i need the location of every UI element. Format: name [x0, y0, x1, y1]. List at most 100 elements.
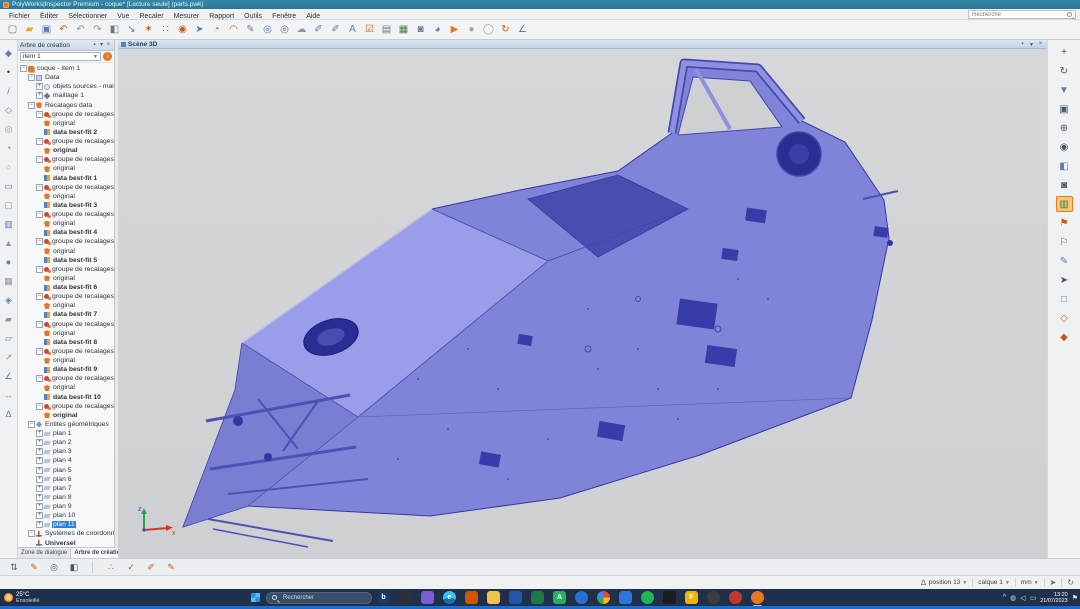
tree-item[interactable]: +objets sources - maillage 1	[18, 82, 114, 91]
tree-item[interactable]: −groupe de recalages 9	[18, 320, 114, 329]
record-icon[interactable]: ◯	[480, 22, 497, 38]
tree-expander-icon[interactable]: +	[36, 485, 43, 492]
layer-selector[interactable]: calque 1▼	[978, 579, 1010, 586]
grid-points-icon[interactable]: ∷	[157, 22, 174, 38]
tree-item[interactable]: +maillage 1	[18, 91, 114, 100]
tree-expander-icon[interactable]: −	[36, 111, 43, 118]
snap-icon[interactable]: ➤	[1050, 578, 1057, 587]
play-macro-icon[interactable]: ▶	[446, 22, 463, 38]
taskbar-app-bing-icon[interactable]: b	[377, 591, 390, 604]
tree-expander-icon[interactable]: −	[28, 421, 35, 428]
tree-expander-icon[interactable]: −	[36, 266, 43, 273]
tree-expander-icon[interactable]: −	[20, 65, 27, 72]
zoom-region-icon[interactable]: ▣	[1056, 101, 1073, 117]
tree-expander-icon[interactable]: −	[28, 530, 35, 537]
tree-item[interactable]: +plan 2	[18, 438, 114, 447]
tree-item[interactable]: −Recalages data	[18, 101, 114, 110]
distance-icon[interactable]: ↔	[2, 388, 16, 402]
taskbar-app-autodesk-icon[interactable]: A	[553, 591, 566, 604]
probe-icon[interactable]: ✐	[310, 22, 327, 38]
close-icon[interactable]: ×	[105, 40, 112, 51]
sphere-icon[interactable]: ●	[2, 255, 16, 269]
tree-item[interactable]: −groupe de recalages 7	[18, 265, 114, 274]
tree-item[interactable]: +plan 9	[18, 502, 114, 511]
select-volume-icon[interactable]: ◆	[1056, 329, 1073, 345]
tree-expander-icon[interactable]: +	[36, 457, 43, 464]
tree-item[interactable]: −groupe de recalages 3	[18, 155, 114, 164]
taskbar-app-edge-icon[interactable]: e	[443, 591, 456, 604]
pan-icon[interactable]: +	[1056, 44, 1073, 60]
item-selector[interactable]: item 1 ▼	[20, 52, 101, 61]
menu-item-fichier[interactable]: Fichier	[4, 13, 35, 20]
tree-item[interactable]: data best-fit 5	[18, 256, 114, 265]
snapshot-icon[interactable]: ◙	[1056, 177, 1073, 193]
taskbar-app-chrome-icon[interactable]	[597, 591, 610, 604]
align-points-icon[interactable]: ✶	[140, 22, 157, 38]
taskbar-app-polyworks-icon[interactable]	[751, 591, 764, 604]
taskbar-app-obsidian-icon[interactable]	[663, 591, 676, 604]
tree-item[interactable]: data best-fit 6	[18, 283, 114, 292]
edit-points-icon[interactable]: ✐	[143, 560, 159, 574]
tree-item[interactable]: −groupe de recalages 11	[18, 374, 114, 383]
tree-expander-icon[interactable]: −	[36, 156, 43, 163]
pause-icon[interactable]: ●	[463, 22, 480, 38]
point-icon[interactable]: •	[2, 65, 16, 79]
select-zoom-icon[interactable]: ◎	[259, 22, 276, 38]
taskbar-app-file-explorer-icon[interactable]	[487, 591, 500, 604]
battery-icon[interactable]: ▭	[1030, 594, 1037, 602]
tree-item[interactable]: original	[18, 274, 114, 283]
tree-item[interactable]: data best-fit 8	[18, 338, 114, 347]
tree-item[interactable]: data best-fit 1	[18, 174, 114, 183]
tree-expander-icon[interactable]: −	[36, 293, 43, 300]
pin-icon[interactable]: ▪	[91, 40, 98, 51]
table-icon[interactable]: ▦	[395, 22, 412, 38]
best-fit-icon[interactable]: ◉	[174, 22, 191, 38]
app-search-input[interactable]	[969, 12, 1067, 18]
tree-item[interactable]: data best-fit 10	[18, 393, 114, 402]
tree-item[interactable]: +plan 10	[18, 511, 114, 520]
colormap-icon[interactable]: ▥	[1056, 196, 1073, 212]
cube-view-icon[interactable]: ◧	[1056, 158, 1073, 174]
tree-item[interactable]: data best-fit 9	[18, 365, 114, 374]
camera-icon[interactable]: ◙	[412, 22, 429, 38]
tree-item[interactable]: −groupe de recalages 4	[18, 183, 114, 192]
eye-icon[interactable]: ◉	[1056, 139, 1073, 155]
tree-item[interactable]: original	[18, 247, 114, 256]
ellipse-icon[interactable]: ○	[2, 160, 16, 174]
tree-item[interactable]: −groupe de recalages 8	[18, 292, 114, 301]
new-file-icon[interactable]: ▢	[4, 22, 21, 38]
taskbar-app-app-red-icon[interactable]	[729, 591, 742, 604]
tree-item[interactable]: +plan 6	[18, 475, 114, 484]
tree-expander-icon[interactable]: −	[28, 102, 35, 109]
tree-item[interactable]: data best-fit 2	[18, 128, 114, 137]
tree-item[interactable]: −Entités géométriques	[18, 420, 114, 429]
tree-item[interactable]: +plan 1	[18, 429, 114, 438]
undo-view-icon[interactable]: ↶	[72, 22, 89, 38]
arc-icon[interactable]: ◔	[2, 141, 16, 155]
tree-item[interactable]: original	[18, 411, 114, 420]
chevron-up-icon[interactable]: ^	[1003, 594, 1006, 601]
adjust-icon[interactable]: ◎	[46, 560, 62, 574]
circle-icon[interactable]: ◎	[2, 122, 16, 136]
filter-sliders-icon[interactable]: ⇅	[6, 560, 22, 574]
menu-item-rapport[interactable]: Rapport	[204, 13, 239, 20]
tree-item[interactable]: −Systèmes de coordonnées	[18, 529, 114, 538]
taskbar-app-powerpoint-icon[interactable]	[465, 591, 478, 604]
surface-icon[interactable]: ▰	[2, 312, 16, 326]
update-icon[interactable]: ↻	[497, 22, 514, 38]
pin-icon[interactable]: ▪	[1019, 41, 1026, 47]
taskbar-app-word-icon[interactable]	[509, 591, 522, 604]
menu-item-aide[interactable]: Aide	[301, 13, 325, 20]
import-icon[interactable]: ↘	[123, 22, 140, 38]
hand-icon[interactable]: ➤	[1056, 272, 1073, 288]
globe-icon[interactable]: ◔	[208, 22, 225, 38]
tree-item[interactable]: −groupe de recalages 1	[18, 110, 114, 119]
menu-item-recaler[interactable]: Recaler	[134, 13, 168, 20]
tree-expander-icon[interactable]: −	[36, 184, 43, 191]
taskbar-app-app-dark-icon[interactable]	[707, 591, 720, 604]
taskbar-search[interactable]: Rechercher	[266, 592, 372, 604]
edit-polyline-icon[interactable]: ✎	[163, 560, 179, 574]
tree-item[interactable]: original	[18, 164, 114, 173]
mesh-icon[interactable]: ▦	[2, 274, 16, 288]
tree-expander-icon[interactable]: +	[36, 83, 43, 90]
